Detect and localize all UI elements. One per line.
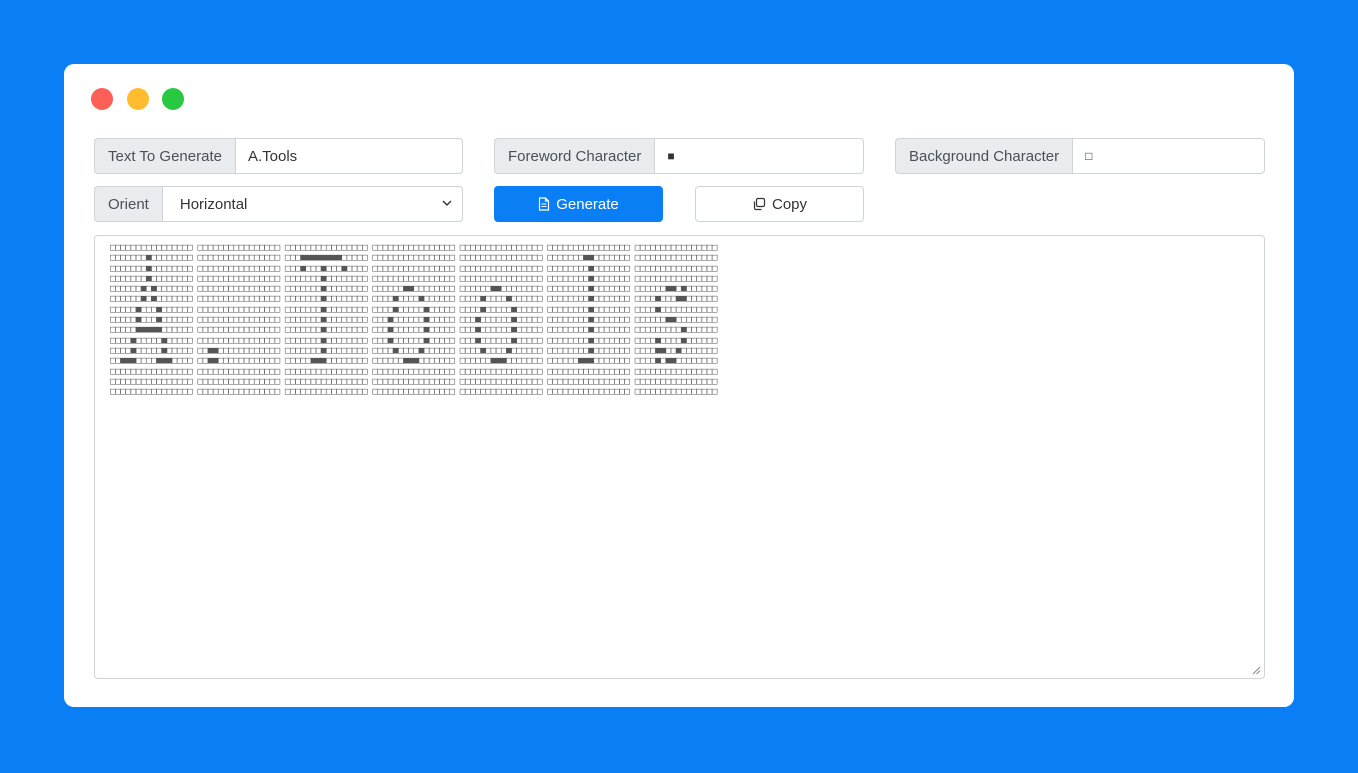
text-to-generate-label: Text To Generate <box>94 138 235 174</box>
foreword-character-label: Foreword Character <box>494 138 655 174</box>
generate-button-label: Generate <box>556 195 619 213</box>
orient-label: Orient <box>94 186 162 222</box>
background-character-label: Background Character <box>895 138 1073 174</box>
app-window: Text To Generate Foreword Character Back… <box>64 64 1294 707</box>
maximize-window-button[interactable] <box>162 88 184 110</box>
document-icon <box>539 197 550 211</box>
background-character-group: Background Character <box>895 138 1265 174</box>
text-to-generate-input[interactable] <box>234 138 463 174</box>
minimize-window-button[interactable] <box>127 88 149 110</box>
ascii-art-text: □□□□□□□□□□□□□□□□ □□□□□□□□□□□□□□□□ □□□□□□… <box>110 242 718 398</box>
copy-button-label: Copy <box>771 195 808 213</box>
orient-selected-value: Horizontal <box>161 186 463 222</box>
resize-handle-icon[interactable] <box>1251 665 1261 675</box>
generate-button[interactable]: Generate <box>494 186 663 222</box>
orient-group: Orient Horizontal <box>94 186 463 222</box>
ascii-output-textarea[interactable]: □□□□□□□□□□□□□□□□ □□□□□□□□□□□□□□□□ □□□□□□… <box>94 235 1265 679</box>
copy-icon <box>753 197 766 211</box>
chevron-down-icon <box>442 200 452 206</box>
foreword-character-group: Foreword Character <box>494 138 864 174</box>
orient-select[interactable]: Horizontal <box>161 186 463 222</box>
background-character-input[interactable] <box>1072 138 1265 174</box>
text-to-generate-group: Text To Generate <box>94 138 463 174</box>
copy-button[interactable]: Copy <box>695 186 864 222</box>
foreword-character-input[interactable] <box>654 138 864 174</box>
close-window-button[interactable] <box>91 88 113 110</box>
